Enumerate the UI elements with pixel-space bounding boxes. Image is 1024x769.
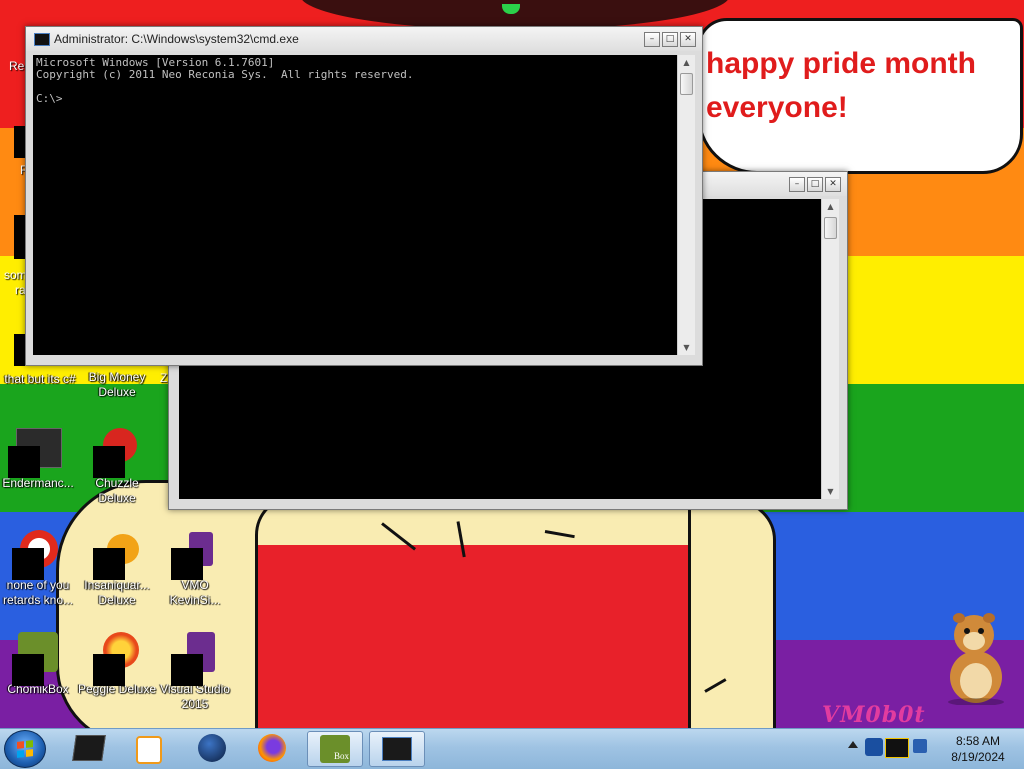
window-title: Administrator: C:\Windows\system32\cmd.e… — [54, 32, 299, 46]
desktop-icon-label: none of you — [6, 578, 70, 592]
show-hidden-icons-icon[interactable] — [848, 741, 858, 748]
desktop-icon-label: that but its c# — [4, 372, 76, 386]
desktop-icon-label: Endermanc... — [2, 476, 74, 490]
scrollbar-thumb[interactable] — [680, 73, 693, 95]
window-controls: – □ ✕ — [789, 177, 841, 192]
desktop-icon-endermancer[interactable]: Endermanc... — [0, 426, 78, 491]
box-label: Box — [334, 751, 350, 761]
start-button[interactable] — [4, 730, 46, 768]
watermark-text: VM0b0t — [822, 702, 926, 728]
scroll-up-arrow-icon[interactable]: ▲ — [822, 199, 839, 214]
desktop-icon-that-but-its-csharp[interactable]: that but its c# — [0, 370, 80, 387]
cmd-icon — [34, 33, 50, 46]
firefox-icon — [258, 734, 286, 762]
partial-icon-label[interactable]: Re — [9, 59, 24, 73]
speech-bubble-line-1: happy pride month — [706, 47, 976, 80]
chomikbox-taskbar-item[interactable]: Box — [307, 731, 363, 767]
desktop-icon-vmo-kevinsi[interactable]: VMO KevinSi... — [155, 528, 235, 608]
desktop-icon-label-2: Deluxe — [98, 593, 136, 607]
desktop-icon-label: Chuzzle — [95, 476, 139, 490]
desktop-icon-label-2: Deluxe — [98, 491, 136, 505]
system-tray — [845, 729, 945, 767]
taskbar-clock[interactable]: 8:58 AM 8/19/2024 — [938, 733, 1018, 765]
console-output[interactable]: Microsoft Windows [Version 6.1.7601] Cop… — [33, 55, 677, 355]
minimize-button[interactable]: – — [789, 177, 805, 192]
wallpaper-character-arm-right — [688, 500, 776, 728]
hamster-icon — [12, 632, 62, 686]
vertical-scrollbar[interactable]: ▲ ▼ — [821, 199, 839, 499]
partial-icon-label[interactable]: Z — [160, 371, 167, 385]
speech-bubble-line-2: everyone! — [706, 91, 848, 124]
maximize-button[interactable]: □ — [662, 32, 678, 47]
play-icon — [136, 736, 162, 764]
icon-redaction — [93, 654, 125, 686]
scrollbar-thumb[interactable] — [824, 217, 837, 239]
window-icon — [382, 737, 412, 761]
terminal-icon — [8, 426, 62, 478]
scroll-down-arrow-icon[interactable]: ▼ — [822, 484, 839, 499]
media-player-taskbar-item[interactable] — [122, 731, 176, 765]
wallpaper-character-shirt — [258, 545, 698, 728]
scroll-down-arrow-icon[interactable]: ▼ — [678, 340, 695, 355]
hamster-image — [948, 613, 1004, 705]
desktop-icon-label-2: retards kno... — [2, 593, 74, 607]
hamster-icon: Box — [320, 735, 350, 763]
desktop-icon-label-2: Deluxe — [98, 385, 136, 399]
desktop-icon-label-2: KevinSi... — [169, 593, 221, 607]
cmd-window[interactable]: Administrator: C:\Windows\system32\cmd.e… — [25, 26, 703, 366]
cmd-taskbar-item[interactable] — [62, 731, 116, 765]
minimize-button[interactable]: – — [644, 32, 660, 47]
network-icon[interactable] — [913, 739, 927, 753]
desktop-icon-label: Big Money — [88, 370, 146, 384]
visual-studio-icon — [171, 528, 219, 580]
speech-bubble-text: happy pride month everyone! — [706, 42, 1006, 130]
icon-redaction — [12, 548, 44, 580]
desktop-icon-label-2: 2015 — [181, 697, 209, 711]
icon-redaction — [93, 446, 125, 478]
fish-icon — [93, 528, 141, 580]
clock-time: 8:58 AM — [955, 734, 1001, 748]
icon-redaction — [171, 654, 203, 686]
opera-icon — [12, 528, 62, 580]
terminal-icon — [72, 735, 106, 761]
desktop-icon-insaniquarium[interactable]: Insaniquar... Deluxe — [77, 528, 157, 608]
window-controls: – □ ✕ — [644, 32, 696, 47]
visual-studio-icon — [171, 632, 219, 686]
desktop-icon-label: VMO — [181, 578, 209, 592]
window-taskbar-item[interactable] — [369, 731, 425, 767]
vertical-scrollbar[interactable]: ▲ ▼ — [677, 55, 695, 355]
tray-app-icon[interactable] — [865, 738, 883, 756]
partial-icon-label[interactable]: som — [4, 268, 27, 282]
scroll-up-arrow-icon[interactable]: ▲ — [678, 55, 695, 70]
desktop[interactable]: happy pride month everyone! VM0b0t Re R … — [0, 0, 1024, 728]
clock-date: 8/19/2024 — [951, 750, 1005, 764]
maximize-button[interactable]: □ — [807, 177, 823, 192]
peggle-icon — [93, 632, 141, 686]
icon-redaction — [12, 654, 44, 686]
icon-redaction — [8, 446, 40, 478]
desktop-icon-chomikbox[interactable]: ChomikBox — [0, 632, 78, 697]
desktop-icon-visual-studio-2015[interactable]: Visual Studio 2015 — [155, 632, 235, 712]
desktop-icon-none-of-you[interactable]: none of you retards kno... — [0, 528, 78, 608]
icon-redaction — [93, 548, 125, 580]
desktop-icon-chuzzle-deluxe[interactable]: Chuzzle Deluxe — [77, 426, 157, 506]
tray-app-icon[interactable] — [885, 738, 909, 758]
firefox-taskbar-item[interactable] — [246, 731, 300, 765]
close-button[interactable]: ✕ — [680, 32, 696, 47]
title-bar[interactable]: Administrator: C:\Windows\system32\cmd.e… — [26, 27, 702, 51]
windows-logo-icon — [17, 740, 33, 758]
chuzzle-icon — [93, 426, 141, 478]
desktop-icon-big-money-deluxe[interactable]: Big Money Deluxe — [77, 368, 157, 400]
close-button[interactable]: ✕ — [825, 177, 841, 192]
desktop-icon-label: Insaniquar... — [84, 578, 150, 592]
icon-redaction — [171, 548, 203, 580]
globe-taskbar-item[interactable] — [186, 731, 240, 765]
desktop-icon-peggle-deluxe[interactable]: Peggle Deluxe — [77, 632, 157, 697]
globe-icon — [198, 734, 226, 762]
